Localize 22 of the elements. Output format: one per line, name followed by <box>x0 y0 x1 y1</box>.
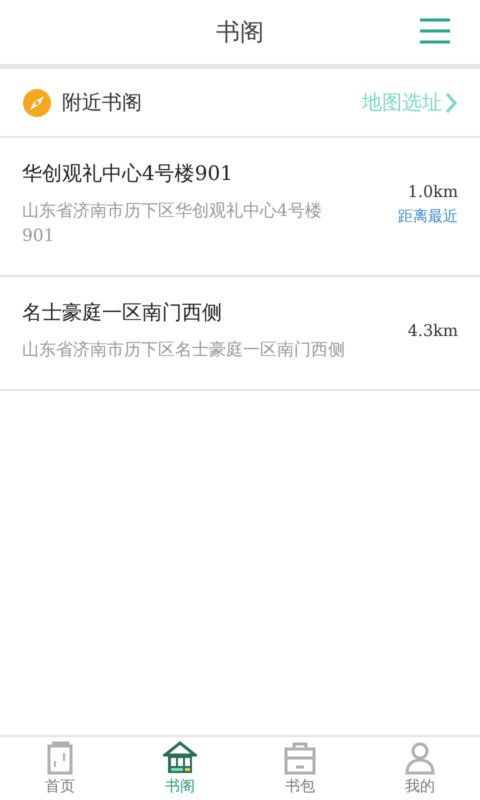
page-title: 书阁 <box>216 17 264 48</box>
person-icon <box>404 741 436 775</box>
store-distance: 1.0km <box>408 182 458 201</box>
menu-button[interactable] <box>418 17 452 45</box>
book-icon <box>46 741 74 775</box>
store-distance: 4.3km <box>408 321 458 340</box>
section-title: 附近书阁 <box>62 89 143 116</box>
nav-tab[interactable]: 书阁 <box>120 737 240 800</box>
store-address: 山东省济南市历下区名士豪庭一区南门西侧 <box>22 339 346 362</box>
store-name: 名士豪庭一区南门西侧 <box>22 299 223 326</box>
nav-tab[interactable]: 首页 <box>0 737 120 800</box>
store-name: 华创观礼中心4号楼901 <box>22 160 234 187</box>
nearest-label: 距离最近 <box>398 207 458 226</box>
chevron-right-icon <box>444 90 458 114</box>
toolbox-icon <box>284 741 316 775</box>
store-address: 山东省济南市历下区华创观礼中心4号楼901 <box>22 200 323 248</box>
store-item[interactable]: 名士豪庭一区南门西侧 山东省济南市历下区名士豪庭一区南门西侧 4.3km <box>0 277 480 391</box>
nav-tab[interactable]: 书包 <box>240 737 360 800</box>
store-item[interactable]: 华创观礼中心4号楼901 山东省济南市历下区华创观礼中心4号楼901 1.0km 距离最近 <box>0 138 480 277</box>
compass-icon <box>22 88 52 118</box>
nav-tab[interactable]: 我的 <box>360 737 480 800</box>
pavilion-icon <box>163 741 197 775</box>
